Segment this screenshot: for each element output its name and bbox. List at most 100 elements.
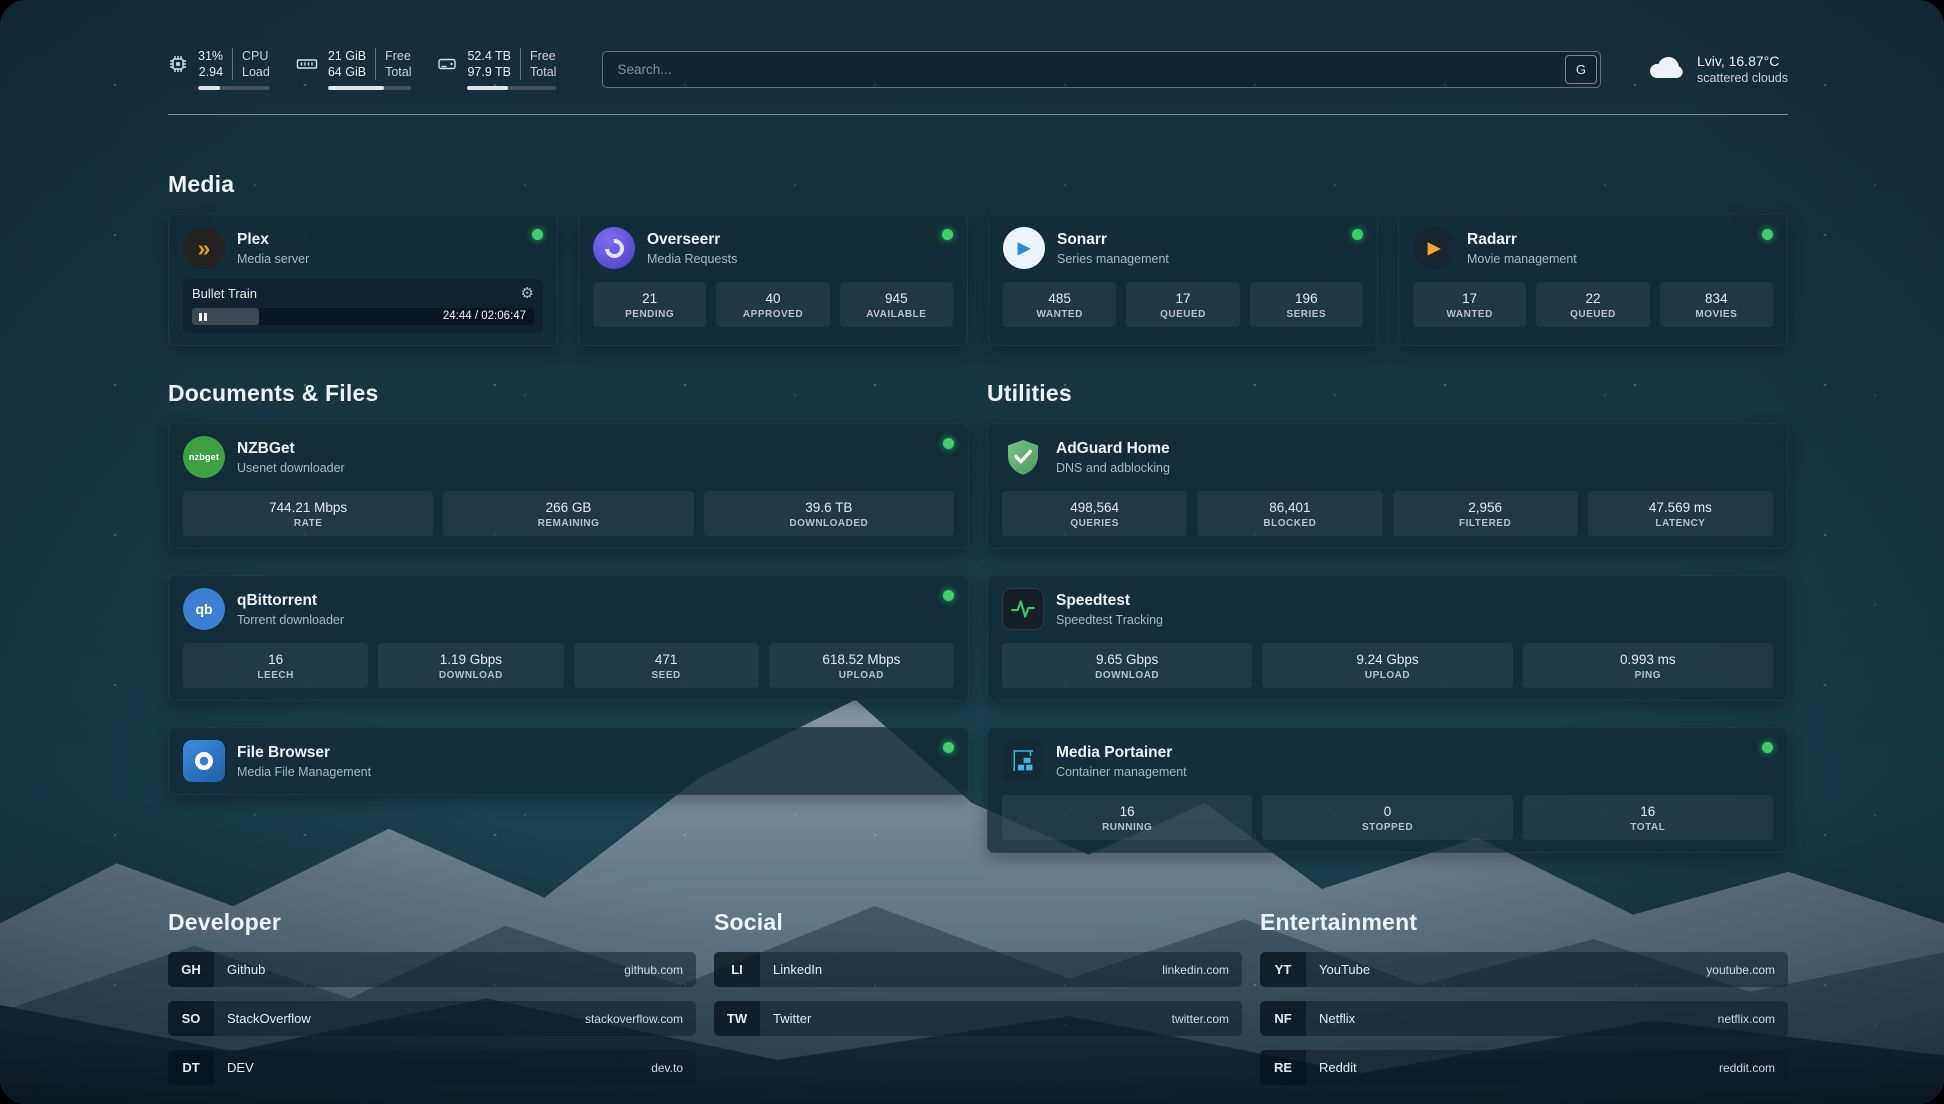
status-dot bbox=[1762, 229, 1773, 240]
app-card-nzbget[interactable]: nzbget NZBGet Usenet downloader 744.21 M… bbox=[168, 423, 969, 549]
stat-downloaded: 39.6 TB DOWNLOADED bbox=[704, 491, 954, 536]
memory-total-label: Total bbox=[385, 64, 411, 80]
app-card-filebrowser[interactable]: File Browser Media File Management bbox=[168, 727, 969, 795]
section-title-documents: Documents & Files bbox=[168, 380, 969, 407]
app-card-speedtest[interactable]: Speedtest Speedtest Tracking 9.65 Gbps D… bbox=[987, 575, 1788, 701]
app-name: AdGuard Home bbox=[1056, 439, 1170, 458]
bookmark-youtube[interactable]: YT YouTube youtube.com bbox=[1260, 952, 1788, 987]
stat-queries: 498,564 QUERIES bbox=[1002, 491, 1187, 536]
search-engine-button[interactable]: G bbox=[1565, 55, 1597, 84]
section-title-entertainment: Entertainment bbox=[1260, 909, 1788, 936]
bookmark-url: youtube.com bbox=[1706, 963, 1788, 977]
bookmark-name: Github bbox=[214, 962, 265, 977]
bookmark-url: twitter.com bbox=[1172, 1012, 1242, 1026]
status-dot bbox=[532, 229, 543, 240]
portainer-icon bbox=[1002, 740, 1044, 782]
section-title-utilities: Utilities bbox=[987, 380, 1788, 407]
cpu-percent: 31% bbox=[198, 48, 223, 64]
app-card-adguard[interactable]: AdGuard Home DNS and adblocking 498,564 … bbox=[987, 423, 1788, 549]
bookmark-github[interactable]: GH Github github.com bbox=[168, 952, 696, 987]
stat-pending: 21 PENDING bbox=[593, 282, 706, 327]
bookmark-linkedin[interactable]: LI LinkedIn linkedin.com bbox=[714, 952, 1242, 987]
meter-divider bbox=[232, 48, 233, 80]
stat-remaining: 266 GB REMAINING bbox=[443, 491, 693, 536]
pause-icon[interactable] bbox=[199, 313, 207, 321]
app-card-portainer[interactable]: Media Portainer Container management 16 … bbox=[987, 727, 1788, 853]
app-name: NZBGet bbox=[237, 439, 345, 458]
dashboard-page: 31% 2.94 CPU Load bbox=[0, 0, 1944, 1104]
stat-filtered: 2,956 FILTERED bbox=[1393, 491, 1578, 536]
app-subtitle: Movie management bbox=[1467, 251, 1577, 267]
meter-divider bbox=[375, 48, 376, 80]
status-dot bbox=[942, 229, 953, 240]
app-subtitle: Container management bbox=[1056, 764, 1187, 780]
app-card-sonarr[interactable]: ▶ Sonarr Series management 485 WANTED 17… bbox=[988, 214, 1378, 346]
cpu-icon bbox=[168, 54, 188, 74]
bookmark-netflix[interactable]: NF Netflix netflix.com bbox=[1260, 1001, 1788, 1036]
bookmark-stackoverflow[interactable]: SO StackOverflow stackoverflow.com bbox=[168, 1001, 696, 1036]
app-card-radarr[interactable]: ▶ Radarr Movie management 17 WANTED 22 Q… bbox=[1398, 214, 1788, 346]
bookmark-reddit[interactable]: RE Reddit reddit.com bbox=[1260, 1050, 1788, 1085]
search-input[interactable] bbox=[602, 51, 1601, 88]
speedtest-icon bbox=[1002, 588, 1044, 630]
app-name: File Browser bbox=[237, 743, 371, 762]
cpu-label: CPU bbox=[242, 48, 270, 64]
bookmark-dev[interactable]: DT DEV dev.to bbox=[168, 1050, 696, 1085]
bookmark-abbr: TW bbox=[714, 1001, 760, 1036]
memory-free-value: 21 GiB bbox=[328, 48, 366, 64]
gear-icon[interactable]: ⚙ bbox=[521, 286, 534, 301]
bookmark-name: LinkedIn bbox=[760, 962, 822, 977]
bookmark-name: DEV bbox=[214, 1060, 254, 1075]
weather-widget: Lviv, 16.87°C scattered clouds bbox=[1647, 52, 1788, 86]
playback-time: 24:44 / 02:06:47 bbox=[443, 310, 526, 322]
stat-upload: 9.24 Gbps UPLOAD bbox=[1262, 643, 1512, 688]
stat-ping: 0.993 ms PING bbox=[1523, 643, 1773, 688]
stat-wanted: 17 WANTED bbox=[1413, 282, 1526, 327]
stat-download: 9.65 Gbps DOWNLOAD bbox=[1002, 643, 1252, 688]
stat-rate: 744.21 Mbps RATE bbox=[183, 491, 433, 536]
bookmark-abbr: DT bbox=[168, 1050, 214, 1085]
status-dot bbox=[943, 742, 954, 753]
app-card-overseerr[interactable]: Overseerr Media Requests 21 PENDING 40 A… bbox=[578, 214, 968, 346]
bookmark-abbr: GH bbox=[168, 952, 214, 987]
stat-stopped: 0 STOPPED bbox=[1262, 795, 1512, 840]
memory-progress-bar bbox=[328, 86, 412, 90]
search-bar: G bbox=[602, 51, 1601, 88]
ram-icon bbox=[296, 54, 318, 74]
adguard-shield-icon bbox=[1002, 436, 1044, 478]
disk-meter: 52.4 TB 97.9 TB Free Total bbox=[437, 48, 556, 90]
topbar: 31% 2.94 CPU Load bbox=[168, 40, 1788, 98]
bookmark-url: github.com bbox=[624, 963, 696, 977]
stat-running: 16 RUNNING bbox=[1002, 795, 1252, 840]
stat-download: 1.19 Gbps DOWNLOAD bbox=[378, 643, 563, 688]
stat-seed: 471 SEED bbox=[574, 643, 759, 688]
stat-blocked: 86,401 BLOCKED bbox=[1197, 491, 1382, 536]
bookmark-twitter[interactable]: TW Twitter twitter.com bbox=[714, 1001, 1242, 1036]
app-name: Media Portainer bbox=[1056, 743, 1187, 762]
app-name: Plex bbox=[237, 230, 309, 249]
bookmark-url: netflix.com bbox=[1718, 1012, 1788, 1026]
memory-meter: 21 GiB 64 GiB Free Total bbox=[296, 48, 412, 90]
filebrowser-icon bbox=[183, 740, 225, 782]
app-name: Speedtest bbox=[1056, 591, 1163, 610]
topbar-divider bbox=[168, 114, 1788, 115]
app-card-qbittorrent[interactable]: qb qBittorrent Torrent downloader 16 LEE… bbox=[168, 575, 969, 701]
disk-free-value: 52.4 TB bbox=[467, 48, 511, 64]
app-subtitle: Media File Management bbox=[237, 764, 371, 780]
bookmark-url: stackoverflow.com bbox=[585, 1012, 696, 1026]
section-title-developer: Developer bbox=[168, 909, 696, 936]
now-playing-title: Bullet Train bbox=[192, 286, 257, 301]
app-subtitle: Media server bbox=[237, 251, 309, 267]
app-card-plex[interactable]: » Plex Media server Bullet Train ⚙ 24:44 bbox=[168, 214, 558, 346]
weather-condition: scattered clouds bbox=[1697, 70, 1788, 86]
cpu-progress-bar bbox=[198, 86, 270, 90]
status-dot bbox=[1352, 229, 1363, 240]
memory-free-label: Free bbox=[385, 48, 411, 64]
bookmarks-developer: Developer GH Github github.com SO StackO… bbox=[168, 909, 696, 1099]
app-subtitle: Speedtest Tracking bbox=[1056, 612, 1163, 628]
stat-upload: 618.52 Mbps UPLOAD bbox=[769, 643, 954, 688]
stat-approved: 40 APPROVED bbox=[716, 282, 829, 327]
app-name: qBittorrent bbox=[237, 591, 344, 610]
section-title-social: Social bbox=[714, 909, 1242, 936]
playback-progress-bar[interactable]: 24:44 / 02:06:47 bbox=[192, 308, 534, 325]
